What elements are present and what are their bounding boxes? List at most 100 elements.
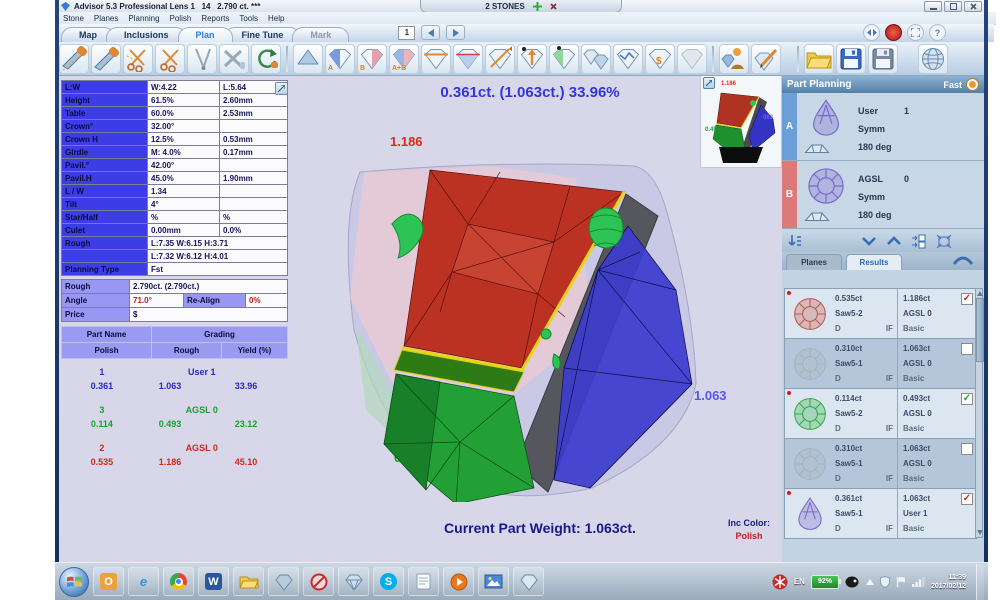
menu-tools[interactable]: Tools — [239, 14, 258, 23]
part-b-card[interactable]: B AGSL 0 Symm 180 deg — [782, 161, 984, 229]
operator-icon[interactable] — [719, 44, 749, 74]
taskbar-diamond-app-icon[interactable] — [338, 567, 369, 596]
grading-row-part-2[interactable]: 2 AGSL 0 0.535 1.186 45.10 — [61, 443, 288, 469]
taskbar-photo-viewer-icon[interactable] — [478, 567, 509, 596]
pavilion-view-icon[interactable] — [293, 44, 323, 74]
help-button[interactable]: ? — [929, 24, 946, 41]
menu-planning[interactable]: Planning — [128, 14, 159, 23]
clock[interactable]: 11:39 2017/02/12 — [931, 573, 966, 591]
collapse-panel-icon[interactable] — [952, 256, 974, 266]
sort-icon[interactable] — [788, 234, 802, 249]
part-a-icon[interactable]: A — [325, 44, 355, 74]
rotate-tool-icon[interactable] — [251, 44, 281, 74]
taskbar-ie-icon[interactable]: e — [128, 567, 159, 596]
add-stone-icon[interactable] — [533, 2, 542, 11]
layout-swap-button[interactable] — [863, 24, 880, 41]
saw-icon[interactable] — [91, 44, 121, 74]
battery-indicator[interactable]: 92% — [811, 575, 839, 589]
inclusion-view-icon[interactable] — [549, 44, 579, 74]
edit-plan-icon[interactable] — [751, 44, 781, 74]
taskbar-explorer-icon[interactable] — [233, 567, 264, 596]
record-button[interactable] — [885, 24, 902, 41]
windows-update-flag-icon[interactable] — [896, 576, 906, 588]
laser-cut-icon[interactable] — [123, 44, 153, 74]
tab-plan[interactable]: Plan — [178, 27, 233, 42]
taskbar-skype-icon[interactable]: S — [373, 567, 404, 596]
draw-plane-icon[interactable] — [485, 44, 515, 74]
menu-reports[interactable]: Reports — [201, 14, 229, 23]
language-indicator[interactable]: EN — [794, 577, 805, 586]
scroll-up-arrow[interactable] — [977, 291, 983, 296]
parts-ab-icon[interactable]: A+B — [389, 44, 419, 74]
grading-row-part-1[interactable]: 1 User 1 0.361 1.063 33.96 — [61, 367, 288, 393]
save-icon[interactable] — [836, 44, 866, 74]
minimize-button[interactable] — [924, 1, 942, 12]
taskbar-blocked-tool-icon[interactable] — [303, 567, 334, 596]
flip-part-icon[interactable] — [517, 44, 547, 74]
maximize-button[interactable] — [944, 1, 962, 12]
tray-expand-caret[interactable] — [866, 579, 874, 585]
price-icon[interactable]: $ — [645, 44, 675, 74]
tweezers-icon[interactable] — [187, 44, 217, 74]
taskbar-advisor-icon[interactable] — [268, 567, 299, 596]
collapse-table-icon[interactable] — [275, 82, 288, 95]
fullscreen-button[interactable] — [907, 24, 924, 41]
crown-angle-icon[interactable] — [804, 210, 830, 223]
two-stones-icon[interactable] — [581, 44, 611, 74]
split-plane-icon[interactable] — [453, 44, 483, 74]
menu-planes[interactable]: Planes — [94, 14, 118, 23]
power-tray-icon[interactable] — [845, 576, 860, 588]
ghost-stone-icon[interactable] — [677, 44, 707, 74]
chevron-up-icon[interactable] — [886, 236, 902, 246]
result-checkbox[interactable] — [961, 443, 973, 455]
multi-select-icon[interactable] — [911, 234, 927, 249]
taskbar-diamond-app-2-icon[interactable] — [513, 567, 544, 596]
scroll-thumb[interactable] — [976, 298, 984, 362]
close-stone-icon[interactable] — [550, 3, 557, 10]
tab-inclusions[interactable]: Inclusions — [106, 27, 187, 42]
tab-mark[interactable]: Mark — [292, 27, 349, 42]
menu-polish[interactable]: Polish — [170, 14, 192, 23]
fit-view-icon[interactable] — [936, 234, 952, 249]
show-desktop-button[interactable] — [976, 564, 984, 600]
result-card-4[interactable]: 0.310ct Saw5-1 DIF 1.063ct AGSL 0 Basic — [785, 439, 976, 489]
prev-page-button[interactable] — [421, 25, 440, 40]
taskbar-media-player-icon[interactable] — [443, 567, 474, 596]
tab-results[interactable]: Results — [846, 254, 902, 270]
action-center-shield-icon[interactable] — [880, 576, 890, 588]
page-number-box[interactable]: 1 — [398, 26, 415, 40]
saw-measure-icon[interactable] — [59, 44, 89, 74]
part-a-card[interactable]: A User 1 Symm 180 deg — [782, 93, 984, 161]
open-folder-icon[interactable] — [804, 44, 834, 74]
map-view-icon[interactable] — [613, 44, 643, 74]
network-signal-icon[interactable] — [912, 576, 925, 587]
taskbar-notes-icon[interactable] — [408, 567, 439, 596]
chevron-down-icon[interactable] — [861, 236, 877, 246]
grading-row-part-3[interactable]: 3 AGSL 0 0.114 0.493 23.12 — [61, 405, 288, 431]
next-page-button[interactable] — [446, 25, 465, 40]
taskbar-chrome-icon[interactable] — [163, 567, 194, 596]
menu-help[interactable]: Help — [268, 14, 284, 23]
save-as-icon[interactable] — [868, 44, 898, 74]
stone-thumbnail[interactable]: 1.186 0.49 063 — [700, 74, 782, 168]
result-checkbox[interactable]: ✓ — [961, 293, 973, 305]
cross-tool-icon[interactable] — [219, 44, 249, 74]
result-card-2[interactable]: 0.310ct Saw5-1 DIF 1.063ct AGSL 0 Basic — [785, 339, 976, 389]
scroll-down-arrow[interactable] — [977, 530, 983, 535]
result-checkbox[interactable]: ✓ — [961, 493, 973, 505]
result-card-5[interactable]: 0.361ct Saw5-1 DIF 1.063ct User 1 Basic … — [785, 489, 976, 538]
close-button[interactable] — [964, 1, 982, 12]
stone-3d-render[interactable] — [340, 162, 700, 502]
result-checkbox[interactable]: ✓ — [961, 393, 973, 405]
tab-fine-tune[interactable]: Fine Tune — [224, 27, 302, 42]
start-button[interactable] — [59, 567, 89, 597]
antivirus-tray-icon[interactable] — [772, 574, 788, 590]
taskbar-word-icon[interactable]: W — [198, 567, 229, 596]
web-globe-icon[interactable] — [918, 44, 948, 74]
result-card-3[interactable]: 0.114ct Saw5-2 DIF 0.493ct AGSL 0 Basic … — [785, 389, 976, 439]
crown-angle-icon[interactable] — [804, 142, 830, 155]
realign-button[interactable]: Re-Align — [184, 294, 246, 308]
part-b-icon[interactable]: B — [357, 44, 387, 74]
3d-viewport[interactable]: 0.361ct. (1.063ct.) 33.96% 1.186 0.493 1… — [290, 76, 782, 562]
fast-mode-icon[interactable] — [966, 78, 979, 91]
